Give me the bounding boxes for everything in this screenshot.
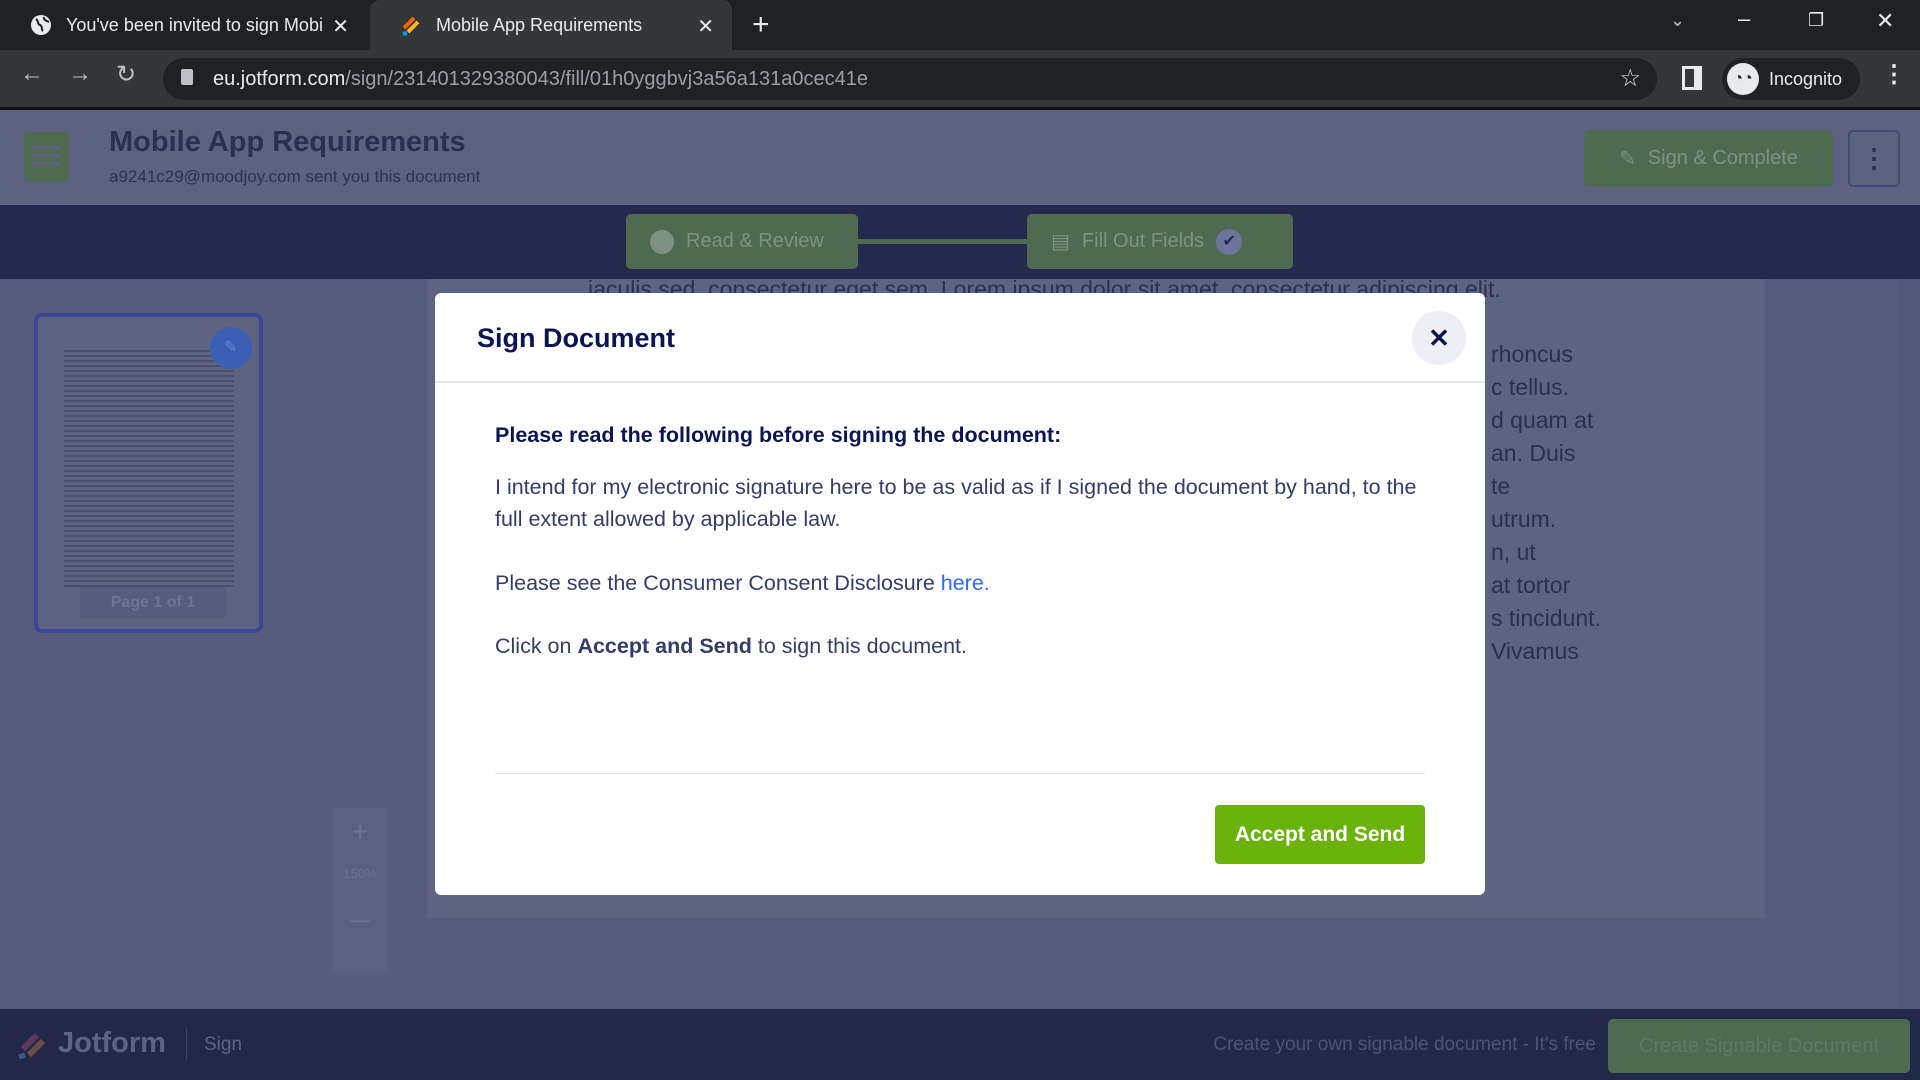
fields-icon: ▤ bbox=[1051, 231, 1070, 253]
document-text-fragment: rhoncus bbox=[1491, 341, 1573, 367]
step-read-review[interactable]: Read & Review bbox=[626, 214, 858, 269]
sender-info: a9241c29@moodjoy.com sent you this docum… bbox=[109, 167, 481, 186]
app-header: Mobile App Requirements a9241c29@moodjoy… bbox=[0, 107, 1920, 205]
step-bar: Read & Review ▤ Fill Out Fields ✔ bbox=[0, 205, 1920, 279]
jotform-icon bbox=[400, 14, 422, 36]
bookmark-star-icon[interactable]: ☆ bbox=[1619, 64, 1641, 93]
footer: Jotform Sign Create your own signable do… bbox=[0, 1009, 1920, 1080]
restore-icon[interactable]: ❐ bbox=[1808, 10, 1824, 31]
url-domain: eu.jotform.com bbox=[213, 67, 346, 90]
close-window-icon[interactable]: ✕ bbox=[1876, 8, 1894, 34]
sign-document-modal: Sign Document ✕ Please read the followin… bbox=[435, 293, 1485, 895]
tab-title: Mobile App Requirements bbox=[436, 14, 643, 35]
pen-icon: ✎ bbox=[1619, 148, 1636, 170]
document-text-fragment: Vivamus bbox=[1491, 638, 1579, 664]
instruction-line: Click on Accept and Send to sign this do… bbox=[495, 634, 968, 658]
lock-icon bbox=[181, 69, 193, 85]
promo-text: Create your own signable document - It's… bbox=[1213, 1034, 1596, 1055]
document-text-fragment: n, ut bbox=[1491, 539, 1536, 565]
new-tab-button[interactable]: + bbox=[752, 8, 770, 42]
back-icon[interactable]: ← bbox=[20, 60, 44, 88]
document-text-fragment: c tellus. bbox=[1491, 374, 1569, 400]
modal-heading: Please read the following before signing… bbox=[495, 423, 1062, 447]
minimize-icon[interactable]: – bbox=[1738, 6, 1750, 32]
close-tab-icon[interactable]: ✕ bbox=[697, 14, 714, 39]
tab-title: You've been invited to sign Mobi bbox=[66, 14, 323, 35]
step-connector bbox=[858, 239, 1027, 244]
side-panel-icon[interactable] bbox=[1682, 66, 1702, 90]
accept-and-send-button[interactable]: Accept and Send bbox=[1215, 805, 1425, 864]
page-thumbnail[interactable]: ✎ Page 1 of 1 bbox=[34, 313, 263, 633]
document-title: Mobile App Requirements bbox=[109, 126, 466, 158]
step-fill-out-fields[interactable]: ▤ Fill Out Fields ✔ bbox=[1027, 214, 1293, 269]
divider bbox=[495, 773, 1425, 774]
browser-menu-icon[interactable]: ⋮ bbox=[1882, 60, 1906, 89]
jotform-logo-icon bbox=[17, 1031, 49, 1064]
url-path: /sign/231401329380043/fill/01h0yggbvj3a5… bbox=[345, 67, 868, 90]
document-text-fragment: utrum. bbox=[1491, 506, 1557, 532]
modal-title: Sign Document bbox=[477, 323, 676, 353]
close-tab-icon[interactable]: ✕ bbox=[332, 14, 349, 39]
forward-icon[interactable]: → bbox=[68, 60, 92, 88]
document-text-fragment: d quam at bbox=[1491, 407, 1594, 433]
page-label: Page 1 of 1 bbox=[80, 587, 226, 619]
tab-invite[interactable]: You've been invited to sign Mobi ✕ bbox=[0, 0, 367, 50]
document-text-fragment: s tincidunt. bbox=[1491, 605, 1601, 631]
close-modal-button[interactable]: ✕ bbox=[1412, 311, 1466, 365]
divider bbox=[186, 1027, 187, 1061]
zoom-out-button[interactable]: — bbox=[333, 907, 387, 933]
modal-header: Sign Document ✕ bbox=[435, 293, 1485, 383]
reload-icon[interactable]: ↻ bbox=[116, 60, 136, 89]
page-sidebar: ✎ Page 1 of 1 + 150% — bbox=[0, 279, 387, 1009]
scrollbar[interactable] bbox=[1898, 279, 1920, 1009]
document-text-fragment: an. Duis bbox=[1491, 440, 1576, 466]
more-options-button[interactable]: ⋮ bbox=[1848, 130, 1900, 187]
profile-label: Incognito bbox=[1769, 68, 1843, 89]
sign-complete-button[interactable]: ✎ Sign & Complete bbox=[1584, 130, 1833, 187]
incognito-icon: ◔◔ bbox=[1727, 63, 1759, 95]
brand-name: Jotform bbox=[58, 1027, 166, 1059]
tab-mobile-app-requirements[interactable]: Mobile App Requirements ✕ bbox=[370, 0, 732, 50]
document-logo-icon bbox=[24, 132, 69, 182]
product-name: Sign bbox=[204, 1034, 243, 1055]
consent-line: Please see the Consumer Consent Disclosu… bbox=[495, 571, 990, 595]
sign-pen-icon: ✎ bbox=[210, 327, 252, 369]
document-text-fragment: at tortor bbox=[1491, 572, 1571, 598]
zoom-in-button[interactable]: + bbox=[333, 808, 387, 848]
signature-statement: I intend for my electronic signature her… bbox=[495, 475, 1417, 531]
thumbnail-text-lines bbox=[64, 347, 234, 587]
address-toolbar: ← → ↻ eu.jotform.com/sign/23140132938004… bbox=[0, 50, 1920, 107]
globe-icon bbox=[30, 14, 52, 36]
consent-disclosure-link[interactable]: here. bbox=[941, 571, 990, 595]
close-icon: ✕ bbox=[1428, 322, 1450, 353]
check-icon: ✔ bbox=[1216, 228, 1243, 255]
browser-tab-bar: You've been invited to sign Mobi ✕ Mobil… bbox=[0, 0, 1920, 50]
document-text-fragment: te bbox=[1491, 473, 1511, 499]
url-bar[interactable]: eu.jotform.com/sign/231401329380043/fill… bbox=[163, 58, 1657, 100]
zoom-control: + 150% — bbox=[333, 808, 387, 973]
tab-search-icon[interactable]: ⌄ bbox=[1670, 10, 1685, 31]
create-signable-document-button[interactable]: Create Signable Document bbox=[1608, 1019, 1910, 1073]
incognito-badge[interactable]: ◔◔ Incognito bbox=[1722, 58, 1860, 100]
zoom-level: 150% bbox=[343, 866, 377, 881]
eye-icon bbox=[650, 229, 674, 254]
